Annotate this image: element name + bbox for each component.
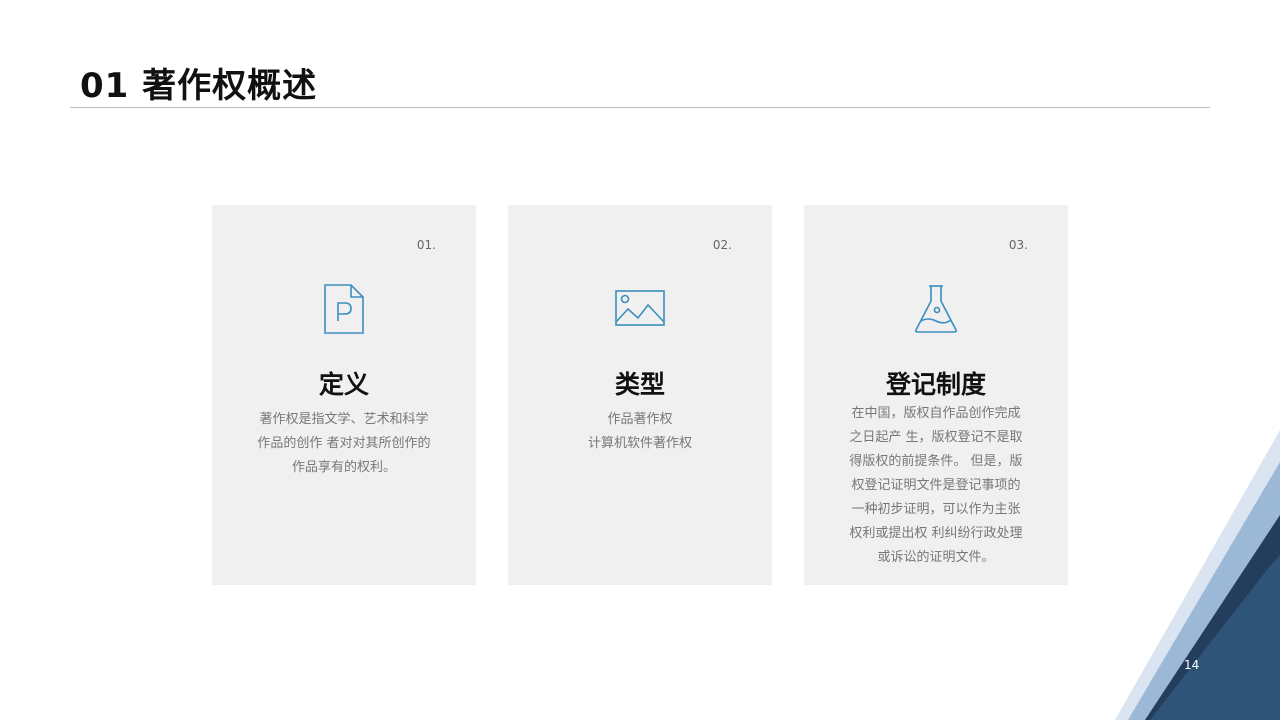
corner-decoration xyxy=(1115,430,1280,720)
page-number: 14 xyxy=(1184,658,1200,672)
slide: 01 著作权概述 01. 定义 著作权是指文学、艺术和科学 作品的创作 者对对其… xyxy=(0,0,1280,720)
